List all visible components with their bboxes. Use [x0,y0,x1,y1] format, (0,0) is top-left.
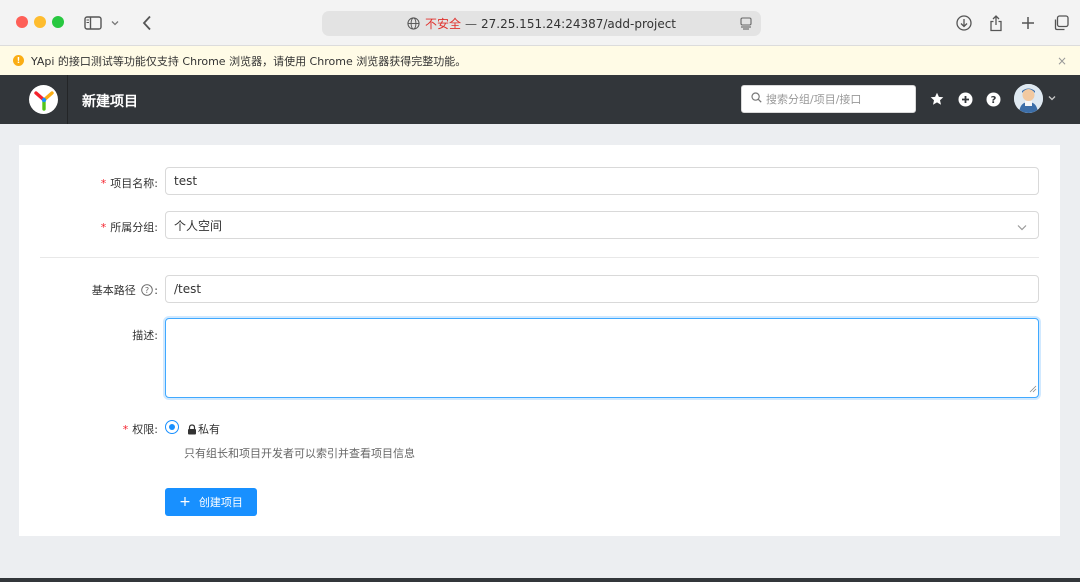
form-divider [40,257,1039,258]
create-project-label: 创建项目 [198,496,243,509]
question-circle-icon[interactable]: ? [141,284,154,299]
logo-container [18,75,68,124]
chevron-down-icon[interactable] [1048,94,1056,104]
browser-notice-bar: ! YApi 的接口测试等功能仅支持 Chrome 浏览器，请使用 Chrome… [0,46,1080,75]
add-circle-icon[interactable] [957,91,973,107]
notice-text: YApi 的接口测试等功能仅支持 Chrome 浏览器，请使用 Chrome 浏… [31,54,467,68]
svg-text:?: ? [145,286,149,295]
minimize-window-button[interactable] [34,16,46,28]
private-radio[interactable] [165,420,179,434]
project-name-value: test [174,174,198,188]
permission-help-text: 只有组长和项目开发者可以索引并查看项目信息 [184,447,415,460]
chevron-down-icon[interactable] [108,12,122,34]
new-tab-plus-icon[interactable] [1017,12,1039,34]
bottom-bar [0,578,1080,582]
insecure-label: 不安全 [425,17,462,31]
search-input[interactable] [766,87,906,111]
basepath-value: /test [174,282,202,296]
address-bar[interactable]: 不安全 — 27.25.151.24:24387/add-project [322,11,761,36]
browser-toolbar: 不安全 — 27.25.151.24:24387/add-project [0,0,1080,46]
tab-overview-icon[interactable] [1050,12,1072,34]
globe-icon [407,17,420,30]
private-radio-label[interactable]: 私有 [187,421,220,437]
basepath-input[interactable]: /test [165,275,1039,303]
project-name-input[interactable]: test [165,167,1039,195]
search-icon [751,92,762,106]
permission-label: * 权限: [122,423,158,436]
basepath-label: 基本路径 ? : [91,284,158,299]
description-label: 描述: [132,329,158,342]
plus-icon: + [179,494,191,510]
project-name-label: * 项目名称: [100,177,158,190]
radio-checked-dot [169,424,175,430]
star-icon[interactable] [929,91,945,107]
lock-icon [187,423,197,435]
global-search[interactable] [741,85,916,113]
reader-icon[interactable] [740,17,752,33]
url-separator: — [465,16,478,31]
help-icon[interactable]: ? [985,91,1001,107]
create-project-button[interactable]: + 创建项目 [165,488,257,516]
description-textarea[interactable] [165,318,1039,398]
group-select-value: 个人空间 [174,218,223,233]
chevron-down-icon [1017,220,1027,234]
warning-icon: ! [13,55,24,66]
user-avatar[interactable] [1014,84,1043,113]
zoom-window-button[interactable] [52,16,64,28]
svg-text:?: ? [990,95,996,106]
download-icon[interactable] [953,12,975,34]
url-text: 27.25.151.24:24387/add-project [481,16,676,31]
back-arrow-icon[interactable] [136,12,158,34]
resize-handle-icon[interactable] [1029,382,1037,396]
yapi-logo[interactable] [29,85,58,114]
app-header: 新建项目 ? [0,75,1080,124]
share-icon[interactable] [985,12,1007,34]
close-window-button[interactable] [16,16,28,28]
sidebar-toggle-icon[interactable] [82,12,104,34]
group-select[interactable]: 个人空间 [165,211,1039,239]
close-icon[interactable]: × [1057,54,1067,68]
page-title: 新建项目 [82,94,138,110]
group-label: * 所属分组: [100,221,158,234]
